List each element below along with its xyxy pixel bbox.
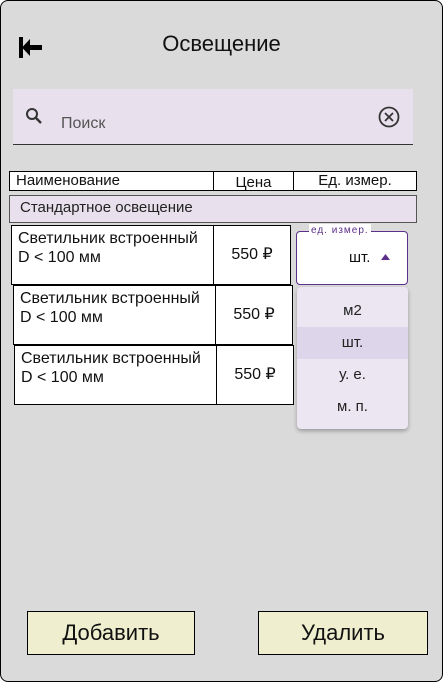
delete-button[interactable]: Удалить — [258, 611, 428, 655]
item-name: Светильник встроенный D < 100 мм — [11, 225, 214, 285]
column-header-unit: Ед. измер. — [293, 171, 417, 191]
item-price: 550 ₽ — [213, 225, 291, 285]
unit-option[interactable]: у. е. — [297, 359, 408, 391]
section-header: Стандартное освещение — [9, 195, 417, 223]
clear-icon[interactable] — [377, 105, 401, 129]
item-name: Светильник встроенный D < 100 мм — [13, 285, 216, 345]
unit-dropdown-menu: м2 шт. у. е. м. п. — [297, 287, 408, 429]
unit-select[interactable]: ед. измер. шт. — [296, 224, 408, 285]
item-price: 550 ₽ — [216, 345, 294, 405]
unit-option[interactable]: м2 — [297, 295, 408, 327]
caret-up-icon — [381, 254, 390, 260]
search-input[interactable] — [61, 113, 361, 135]
column-header-price: Цена — [213, 171, 294, 191]
item-name: Светильник встроенный D < 100 мм — [14, 345, 217, 405]
unit-select-label: ед. измер. — [309, 224, 371, 238]
app-screen: Освещение Наименование Цена Ед. измер. С… — [0, 0, 443, 682]
item-price: 550 ₽ — [215, 285, 293, 345]
add-button[interactable]: Добавить — [27, 611, 195, 655]
search-bar — [13, 89, 413, 145]
unit-option[interactable]: м. п. — [297, 391, 408, 423]
unit-option-selected[interactable]: шт. — [297, 327, 408, 359]
search-icon — [26, 108, 42, 124]
column-header-name: Наименование — [9, 171, 214, 191]
page-title: Освещение — [162, 31, 281, 56]
unit-select-value: шт. — [349, 249, 371, 266]
